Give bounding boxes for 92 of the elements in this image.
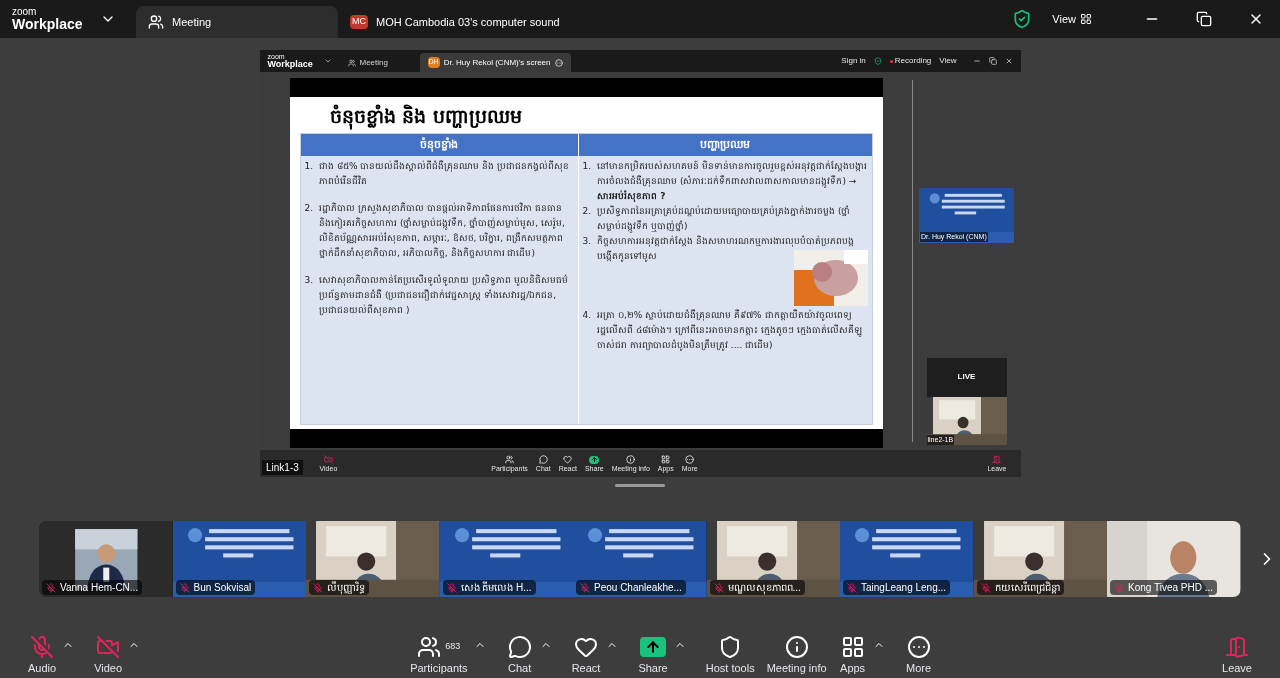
shield-check-icon xyxy=(1012,9,1033,29)
mic-muted-icon xyxy=(30,634,55,659)
column-header: បញ្ហាប្រឈម xyxy=(578,134,872,156)
tab-label: Meeting xyxy=(172,14,212,30)
restore-icon[interactable] xyxy=(1196,11,1212,27)
item-text: ជាង ៨៥% បានយល់ដឹងស្គាល់ពីជំងឺគ្រុនឈាម និង ប្រជាជនកង្វល់ពីសុខភាពបំរើនជីវិត xyxy=(319,159,571,188)
video-tile[interactable]: លឹបុញ្ញារិទ្ធ xyxy=(306,521,440,597)
toolbar-button[interactable]: Audio xyxy=(22,634,63,674)
toolbar-button[interactable]: Chat xyxy=(499,634,540,674)
people-icon xyxy=(148,14,164,30)
item-number: 3. xyxy=(582,235,592,248)
item-number: 3. xyxy=(304,274,314,287)
share-icon xyxy=(589,455,600,464)
participant-name: Bun Sokvisal xyxy=(193,581,252,595)
tab-label: Meeting xyxy=(359,56,388,69)
more-icon xyxy=(685,455,695,464)
camera-off-icon xyxy=(96,634,121,659)
toolbar-button[interactable]: Leave xyxy=(1216,634,1258,674)
item-number: 4. xyxy=(582,309,592,322)
window-tab[interactable]: Meeting xyxy=(136,6,338,38)
chat-icon xyxy=(507,634,532,659)
sign-in-link[interactable]: Sign in xyxy=(841,55,866,67)
leave-icon xyxy=(992,455,1002,464)
participant-name: លឹបុញ្ញារិទ្ធ xyxy=(327,580,365,595)
info-icon xyxy=(784,634,809,659)
more-icon xyxy=(906,634,931,659)
toolbar-button[interactable]: Video xyxy=(88,634,129,674)
participant-name: សេង គីមលេង H... xyxy=(460,580,532,595)
logo-text: Workplace xyxy=(267,60,314,69)
video-tile[interactable]: សេង គីមលេង H... xyxy=(439,521,573,597)
info-icon xyxy=(626,455,636,464)
item-number: 1. xyxy=(582,160,592,173)
toolbar-button[interactable]: React xyxy=(565,634,607,674)
item-text: ប្រសិទ្ធភាពនៃអត្រាគ្រប់ដណ្តប់ដោយមធ្យោបាយគ្រប់គ្រងភ្នាក់ងារចម្លង (ថ្នាំសម្លាប់ដង្កូវទឹក ឬបាញ់ថ្នាំ) xyxy=(597,204,852,234)
video-tile[interactable]: TaingLeang Leng... xyxy=(840,521,974,597)
video-tile[interactable]: កយសេរីពេជ្រជិន្ដា xyxy=(973,521,1107,597)
video-tile[interactable]: Bun Sokvisal xyxy=(172,521,306,597)
participant-name: មណ្ឌលសុខភាពព... xyxy=(727,581,801,595)
window-tab[interactable]: Meeting xyxy=(339,53,420,72)
live-label: LIVE xyxy=(957,371,976,383)
toolbar-button[interactable]: Meeting info xyxy=(760,634,833,674)
video-tile[interactable]: Peou Chanleakhe... xyxy=(573,521,707,597)
toolbar-button[interactable]: Apps xyxy=(832,634,873,674)
participants-icon xyxy=(505,455,515,464)
slide-title: ចំនុចខ្លាំង និង បញ្ហាប្រឈម xyxy=(329,99,873,133)
participant-name: កយសេរីពេជ្រជិន្ដា xyxy=(994,580,1060,595)
apps-icon xyxy=(840,634,865,659)
chat-icon xyxy=(538,455,548,464)
item-number: 2. xyxy=(582,205,592,218)
recording-indicator: Recording xyxy=(889,55,932,67)
more-icon xyxy=(554,58,563,67)
heart-icon xyxy=(563,455,573,464)
participant-name: Vanna Hem-CN... xyxy=(60,581,139,595)
participants-icon xyxy=(417,634,442,659)
drag-handle[interactable] xyxy=(615,484,665,487)
view-button[interactable]: View xyxy=(939,55,957,67)
camera-off-icon xyxy=(323,455,333,464)
logo-text: Workplace xyxy=(12,17,84,31)
leave-icon xyxy=(1225,634,1249,659)
item-text: សេវាសុខាភិបាលកាន់តែប្រសើរទូលំទូលាយ ប្រសិទ្ធភាព មូលនិធិសមធម៌ ប្រព័ន្ធតាមដានជំងឺ (ប្រជាជនជឿជាក់វេជ្ជសាស្ត្រ ទាំងសេវារដ្ឋ/ឯកជន, ប្រជាជនយល់ពីសុខភាព ) xyxy=(319,273,569,318)
participant-name: Kong Tivea PHD ... xyxy=(1128,581,1214,595)
participant-label: Link1-3 xyxy=(262,460,303,475)
grid-icon xyxy=(1080,13,1092,25)
item-text: រដ្ឋាភិបាល ក្រសួងសុខាភិបាល បានផ្តល់អាទិភាពផែនការថវិកា ធនធាន និងកៀរគរកិច្ចសហការ (ថ្នាំសម្លាប់ដង្កូវទឹក, ថ្នាំបាញ់សម្លាប់មូស, សេរ៉ូម, លិខិតប័ណ្ណសារអប់រំសុខភាព, សម្ភារៈ, ឱសថ, បរិក្ខារ, ពង្រឹកសមត្ថភាពថ្នាក់ដឹកនាំសុខាភិបាល, អភិបាលកិច្ច, និងកិច្ចសហការ ជាដើម) xyxy=(319,201,566,261)
window-tab[interactable]: MC MOH Cambodia 03's computer sound xyxy=(338,6,572,38)
item-number: 2. xyxy=(304,202,314,215)
view-button[interactable]: View xyxy=(1044,10,1100,28)
toolbar-button[interactable]: Host tools xyxy=(699,634,761,674)
toolbar-button[interactable]: More xyxy=(898,634,939,674)
video-tile[interactable]: មណ្ឌលសុខភាពព... xyxy=(706,521,840,597)
toolbar-button[interactable]: Share xyxy=(632,634,674,674)
shield-check-icon xyxy=(873,57,882,65)
participant-name: Peou Chanleakhe... xyxy=(594,581,682,595)
item-text: នៅមានកម្រិតរបស់សហគមន៍ មិនទាន់មានការចូលរួមខ្ពស់អនុវត្តជាក់ស្តែងបង្ការការចំលងជំងឺគ្រុនឈាម (សំភារៈដក់ទឹកពាសវាលពាសកាលមានដង្កូវទឹក) → សារអប់រំសុខភាព ? xyxy=(597,159,868,204)
logo-text: zoom xyxy=(12,7,38,17)
video-tile[interactable]: Kong Tivea PHD ... xyxy=(1107,521,1241,597)
toolbar-button[interactable]: 683 Participants xyxy=(404,634,474,674)
share-icon xyxy=(640,636,667,657)
people-icon xyxy=(347,58,356,67)
item-text: អត្រា ០,២% ស្លាប់ដោយជំងឺគ្រុនឈាម គឺ៩៧% ជាកត្តាយឺតយ៉ាវចូលពេទ្យរដ្ឋលើសពី ៤៨ម៉ោង។ ក្រៅពីនេះអាចមានកត្តា៖ ក្មេងតូចៗ ក្មេងធាត់លើសគីឡូ ចាស់ជរា ការព្យាបាលដំបូងមិនត្រឹមត្រូវ .... ជាដើម) xyxy=(597,308,863,353)
participant-name: TaingLeang Leng... xyxy=(861,581,947,595)
item-number: 1. xyxy=(304,160,314,173)
tab-label: MOH Cambodia 03's computer sound xyxy=(376,14,560,30)
close-icon[interactable] xyxy=(1004,57,1013,65)
avatar-badge: MC xyxy=(350,15,368,29)
item-text: កិច្ចសហការអនុវត្តជាក់ស្តែង និងសមាហរណកម្មការងារលុបបំបាត់ប្រភពបង្កបង្កើតកូនទៅមូស xyxy=(597,234,855,264)
column-header: ចំនុចខ្លាំង xyxy=(300,134,578,156)
apps-icon xyxy=(661,455,671,464)
caret-icon xyxy=(323,57,332,65)
participant-count: 683 xyxy=(445,642,461,651)
tab-label: Dr. Huy Rekol (CNM)'s screen xyxy=(443,56,551,69)
video-tile[interactable]: Vanna Hem-CN... xyxy=(39,521,173,597)
